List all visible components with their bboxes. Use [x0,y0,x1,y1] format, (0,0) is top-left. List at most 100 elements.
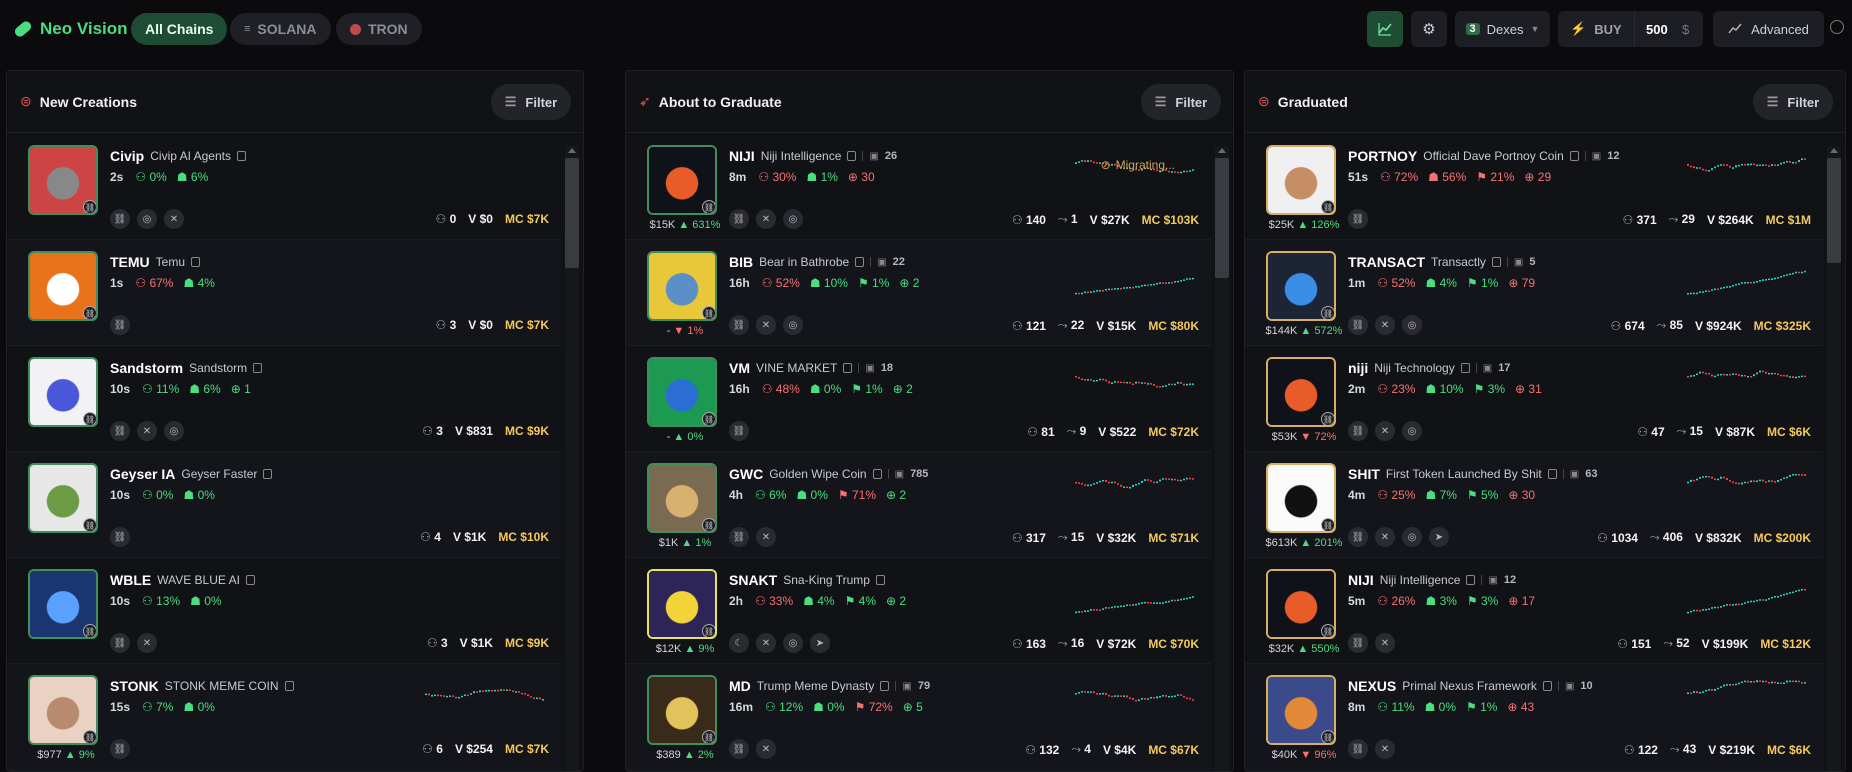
copy-icon[interactable] [253,363,263,373]
filter-button[interactable]: ☰ Filter [1141,84,1221,120]
link-icon[interactable]: ⛓ [729,527,749,547]
scrollbar[interactable] [1827,146,1841,771]
token-avatar[interactable]: ⛓ [647,675,717,745]
scrollbar-thumb[interactable] [1827,158,1841,263]
copy-icon[interactable] [1569,151,1579,161]
x-icon[interactable]: ✕ [756,209,776,229]
x-icon[interactable]: ✕ [756,739,776,759]
web-icon[interactable]: ◎ [1402,421,1422,441]
x-icon[interactable]: ✕ [137,633,157,653]
web-icon[interactable]: ◎ [164,421,184,441]
x-icon[interactable]: ✕ [1375,527,1395,547]
token-row[interactable]: ⛓ $389 ▲ 2% MD Trump Meme Dynasty ▣ 79 16m ⚇ 12… [626,664,1211,770]
token-row[interactable]: ⛓ WBLE WAVE BLUE AI 10s ⚇ 13% ☗ 0% ⛓ ✕ ⚇ 3V $1K M… [7,558,561,664]
link-icon[interactable]: ⛓ [1348,209,1368,229]
copy-icon[interactable] [880,681,890,691]
token-row[interactable]: ⛓ $25K ▲ 126% PORTNOY Official Dave Portnoy… [1245,134,1823,240]
link-icon[interactable]: ⛓ [729,209,749,229]
copy-icon[interactable] [263,469,273,479]
scroll-up-icon[interactable] [1830,148,1838,153]
chain-all[interactable]: All Chains [131,13,228,45]
x-icon[interactable]: ✕ [1375,421,1395,441]
token-avatar[interactable]: ⛓ [1266,463,1336,533]
copy-icon[interactable] [1542,681,1552,691]
web-icon[interactable]: ◎ [783,209,803,229]
link-icon[interactable]: ⛓ [1348,315,1368,335]
token-row[interactable]: ⛓ $613K ▲ 201% SHIT First Token Launched By… [1245,452,1823,558]
copy-icon[interactable] [236,151,246,161]
tg-icon[interactable]: ➤ [810,633,830,653]
copy-icon[interactable] [875,575,885,585]
link-icon[interactable]: ⛓ [110,315,130,335]
link-icon[interactable]: ⛓ [729,421,749,441]
link-icon[interactable]: ⛓ [1348,527,1368,547]
token-avatar[interactable]: ⛓ [1266,145,1336,215]
copy-icon[interactable] [855,257,865,267]
copy-icon[interactable] [1547,469,1557,479]
scrollbar-thumb[interactable] [565,158,579,268]
copy-icon[interactable] [1491,257,1501,267]
link-icon[interactable]: ⛓ [1348,421,1368,441]
moon-icon[interactable]: ☾ [729,633,749,653]
filter-button[interactable]: ☰ Filter [491,84,571,120]
scrollbar[interactable] [1215,146,1229,771]
scroll-up-icon[interactable] [1218,148,1226,153]
link-icon[interactable]: ⛓ [110,209,130,229]
x-icon[interactable]: ✕ [756,527,776,547]
link-icon[interactable]: ⛓ [729,739,749,759]
token-row[interactable]: ⛓ - ▲ 0% VM VINE MARKET ▣ 18 16h ⚇ 48% ☗ 0% ⚑ 1% ⊕… [626,346,1211,452]
web-icon[interactable]: ◎ [137,209,157,229]
web-icon[interactable]: ◎ [783,315,803,335]
copy-icon[interactable] [191,257,201,267]
link-icon[interactable]: ⛓ [729,315,749,335]
link-icon[interactable]: ⛓ [110,739,130,759]
token-row[interactable]: ⛓ Geyser IA Geyser Faster 10s ⚇ 0% ☗ 0% ⛓ ⚇ 4V … [7,452,561,558]
token-row[interactable]: ⛓ $1K ▲ 1% GWC Golden Wipe Coin ▣ 785 4h ⚇ 6% ☗ … [626,452,1211,558]
scrollbar[interactable] [565,146,579,771]
advanced-button[interactable]: Advanced [1713,11,1824,47]
token-avatar[interactable]: ⛓ [28,145,98,215]
x-icon[interactable]: ✕ [137,421,157,441]
token-avatar[interactable]: ⛓ [28,463,98,533]
link-icon[interactable]: ⛓ [110,421,130,441]
copy-icon[interactable] [847,151,857,161]
copy-icon[interactable] [843,363,853,373]
chain-solana[interactable]: ≡ SOLANA [230,13,331,45]
token-avatar[interactable]: ⛓ [647,357,717,427]
token-row[interactable]: ⛓ $53K ▼ 72% niji Niji Technology ▣ 17 2m ⚇ 23%… [1245,346,1823,452]
filter-button[interactable]: ☰ Filter [1753,84,1833,120]
token-avatar[interactable]: ⛓ [1266,675,1336,745]
token-avatar[interactable]: ⛓ [647,145,717,215]
copy-icon[interactable] [284,681,294,691]
token-avatar[interactable]: ⛓ [647,251,717,321]
copy-icon[interactable] [1460,363,1470,373]
link-icon[interactable]: ⛓ [1348,739,1368,759]
token-avatar[interactable]: ⛓ [1266,357,1336,427]
copy-icon[interactable] [1466,575,1476,585]
x-icon[interactable]: ✕ [756,315,776,335]
x-icon[interactable]: ✕ [1375,633,1395,653]
account-icon[interactable] [1830,20,1844,34]
chain-tron[interactable]: TRON [336,13,422,45]
token-row[interactable]: ⛓ $40K ▼ 96% NEXUS Primal Nexus Framework ▣ 1… [1245,664,1823,770]
token-row[interactable]: ⛓ - ▼ 1% BIB Bear in Bathrobe ▣ 22 16h ⚇ 52% ☗ 1… [626,240,1211,346]
token-row[interactable]: ⛓ $15K ▲ 631% NIJI Niji Intelligence ▣ 26 8m ⚇ … [626,134,1211,240]
buy-amount-input[interactable]: 500 [1646,22,1668,37]
token-row[interactable]: ⛓ $977 ▲ 9% STONK STONK MEME COIN 15s ⚇ 7% ☗ 0… [7,664,561,770]
x-icon[interactable]: ✕ [1375,739,1395,759]
token-row[interactable]: ⛓ Sandstorm Sandstorm 10s ⚇ 11% ☗ 6% ⊕ 1 ⛓ ✕ ◎ ⚇ 3… [7,346,561,452]
token-row[interactable]: ⛓ TEMU Temu 1s ⚇ 67% ☗ 4% ⛓ ⚇ 3 V $0 MC $7K [7,240,561,346]
token-avatar[interactable]: ⛓ [1266,251,1336,321]
link-icon[interactable]: ⛓ [110,527,130,547]
token-avatar[interactable]: ⛓ [1266,569,1336,639]
x-icon[interactable]: ✕ [164,209,184,229]
scroll-up-icon[interactable] [568,148,576,153]
token-avatar[interactable]: ⛓ [28,569,98,639]
scrollbar-thumb[interactable] [1215,158,1229,278]
token-row[interactable]: ⛓ $144K ▲ 572% TRANSACT Transactly ▣ 5 1m ⚇ 52%… [1245,240,1823,346]
token-avatar[interactable]: ⛓ [647,569,717,639]
token-avatar[interactable]: ⛓ [28,251,98,321]
web-icon[interactable]: ◎ [783,633,803,653]
settings-button[interactable]: ⚙ [1411,11,1447,47]
token-avatar[interactable]: ⛓ [647,463,717,533]
